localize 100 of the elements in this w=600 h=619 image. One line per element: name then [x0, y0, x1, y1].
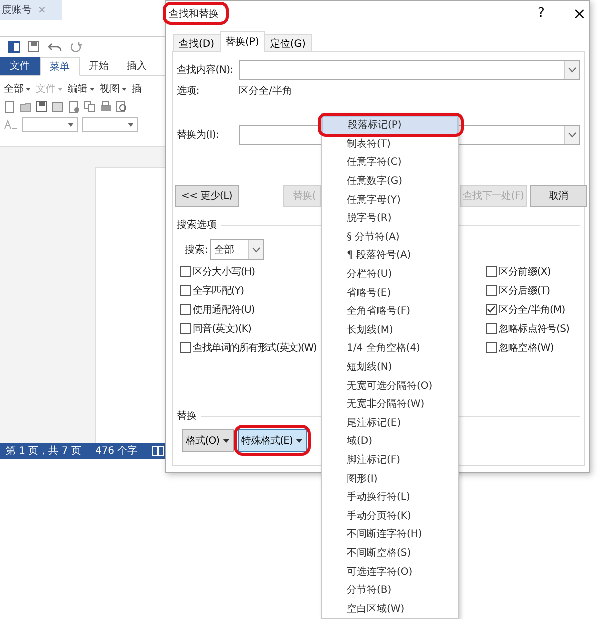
chevron-down-icon[interactable]	[568, 132, 576, 138]
menu-item[interactable]: 手动分页符(K)	[322, 506, 458, 526]
checkbox-icon[interactable]	[180, 342, 191, 353]
annotation-ring	[163, 2, 229, 25]
save-icon[interactable]	[36, 101, 48, 113]
menu-item[interactable]: 全角省略号(F)	[322, 302, 458, 321]
word-icon	[8, 41, 20, 53]
menu-item[interactable]: 空白区域(W)	[322, 599, 458, 618]
menu-item[interactable]: 段落标记(P)	[322, 116, 458, 135]
checkbox-icon[interactable]	[486, 323, 497, 334]
search-label: 搜索:	[185, 244, 208, 256]
checkbox-option[interactable]: 全字匹配(Y)	[180, 284, 244, 297]
checkbox-option[interactable]: 查找单词的所有形式(英文)(W)	[180, 341, 316, 354]
caret-icon	[296, 438, 304, 442]
file-tab[interactable]: 文件	[0, 57, 40, 75]
document-icon[interactable]	[52, 101, 64, 113]
checkbox-icon[interactable]	[486, 342, 497, 353]
field-label: 替换为(I):	[177, 128, 220, 142]
close-button[interactable]: ×	[573, 4, 586, 23]
checkbox-option[interactable]: 区分全/半角(M)	[486, 303, 566, 316]
ribbon-tab[interactable]: 菜单	[40, 57, 80, 76]
search-direction-dropdown[interactable]: 全部	[210, 239, 264, 260]
special-button[interactable]: 特殊格式(E)	[238, 429, 308, 452]
chevron-down-icon[interactable]	[252, 246, 261, 252]
find-field[interactable]	[239, 60, 580, 80]
document-icon[interactable]	[84, 101, 96, 113]
menu-item[interactable]: 省略号(E)	[322, 283, 458, 302]
menu-item[interactable]: 长划线(M)	[322, 320, 458, 340]
section-title: 搜索选项	[177, 218, 217, 232]
menu-item[interactable]: 图形(I)	[322, 469, 458, 488]
checkbox-option[interactable]: 区分前缀(X)	[486, 265, 551, 278]
menu-item[interactable]: 域(D)	[322, 432, 458, 451]
dialog-tab[interactable]: 定位(G)	[264, 34, 312, 52]
menu-item[interactable]: 任意数字(G)	[322, 172, 458, 190]
document-icon[interactable]	[68, 101, 80, 113]
menu-item[interactable]: 手动换行符(L)	[322, 488, 458, 506]
word-count: 476 个字	[95, 444, 138, 458]
menu-item[interactable]: 全部	[4, 82, 31, 96]
checkbox-icon[interactable]	[486, 266, 497, 277]
caret-icon	[122, 88, 127, 90]
checkbox-option[interactable]: 同音(英文)(K)	[180, 322, 252, 335]
cancel-button[interactable]: 取消	[530, 185, 587, 207]
ribbon-tab[interactable]: 插入	[118, 57, 156, 75]
menu-item[interactable]: ¶ 段落符号(A)	[322, 246, 458, 265]
menu-item[interactable]: 无宽非分隔符(W)	[322, 394, 458, 414]
checkbox-option[interactable]: 区分后缀(T)	[486, 284, 550, 297]
options-value: 区分全/半角	[239, 84, 292, 98]
checkbox-option[interactable]: 忽略空格(W)	[486, 341, 554, 354]
save-icon[interactable]	[28, 41, 40, 53]
menu-item[interactable]: 任意字符(C)	[322, 153, 458, 172]
folder-icon[interactable]	[20, 101, 32, 113]
menu-item[interactable]: 任意字母(Y)	[322, 190, 458, 209]
menu-item[interactable]: 不间断连字符(H)	[322, 525, 458, 544]
checkbox-icon[interactable]	[180, 304, 191, 315]
checked-box-icon[interactable]	[486, 304, 497, 315]
page-count: 第 1 页，共 7 页	[6, 444, 82, 458]
menu-item[interactable]: 无宽可选分隔符(O)	[322, 376, 458, 395]
caret-icon	[222, 438, 230, 442]
field-label: 查找内容(N):	[177, 64, 234, 77]
dialog-tab[interactable]: 替换(P)	[220, 31, 266, 52]
printer-icon[interactable]	[100, 101, 112, 113]
caret-icon	[26, 88, 31, 90]
checkbox-option[interactable]: 区分大小写(H)	[180, 265, 256, 278]
menu-item[interactable]: 分栏符(U)	[322, 264, 458, 284]
menu-item[interactable]: 可选连字符(O)	[322, 562, 458, 581]
checkbox-icon[interactable]	[486, 285, 497, 296]
caret-icon	[90, 88, 95, 90]
read-mode-icon[interactable]	[152, 446, 164, 456]
menu-item[interactable]: 1/4 全角空格(4)	[322, 339, 458, 358]
undo-icon[interactable]	[48, 41, 62, 53]
magnifier-icon[interactable]	[116, 101, 128, 113]
checkbox-option[interactable]: 忽略标点符号(S)	[486, 322, 570, 335]
browser-tab-title[interactable]: 度账号	[2, 3, 32, 17]
format-button[interactable]: 格式(O)	[182, 429, 234, 452]
dialog-tab[interactable]: 查找(D)	[173, 34, 221, 52]
options-label: 选项:	[177, 84, 200, 98]
menu-item[interactable]: 视图	[100, 82, 127, 96]
new-document-icon[interactable]	[4, 101, 16, 113]
menu-item[interactable]: 不间断空格(S)	[322, 544, 458, 562]
chevron-down-icon[interactable]	[568, 67, 576, 73]
caret-icon	[58, 88, 63, 90]
menu-item[interactable]: 短划线(N)	[322, 358, 458, 376]
less-button[interactable]: << 更少(L)	[175, 185, 239, 207]
dialog-title: 查找和替换	[169, 8, 219, 21]
menu-item[interactable]: 插	[132, 82, 142, 96]
checkbox-icon[interactable]	[180, 266, 191, 277]
menu-item[interactable]: 分节符(B)	[322, 580, 458, 600]
checkbox-icon[interactable]	[180, 323, 191, 334]
menu-item[interactable]: 脱字号(R)	[322, 208, 458, 228]
menu-item[interactable]: 制表符(T)	[322, 134, 458, 154]
help-button[interactable]: ?	[538, 6, 545, 21]
ribbon-tab[interactable]: 开始	[80, 57, 118, 75]
checkbox-option[interactable]: 使用通配符(U)	[180, 303, 255, 316]
redo-icon[interactable]	[70, 41, 82, 53]
menu-item[interactable]: § 分节符(A)	[322, 228, 458, 246]
menu-item[interactable]: 脚注标记(F)	[322, 450, 458, 470]
menu-item[interactable]: 尾注标记(E)	[322, 414, 458, 432]
dropdown-arrow-icon	[68, 123, 74, 127]
checkbox-icon[interactable]	[180, 285, 191, 296]
menu-item[interactable]: 编辑	[68, 82, 95, 96]
